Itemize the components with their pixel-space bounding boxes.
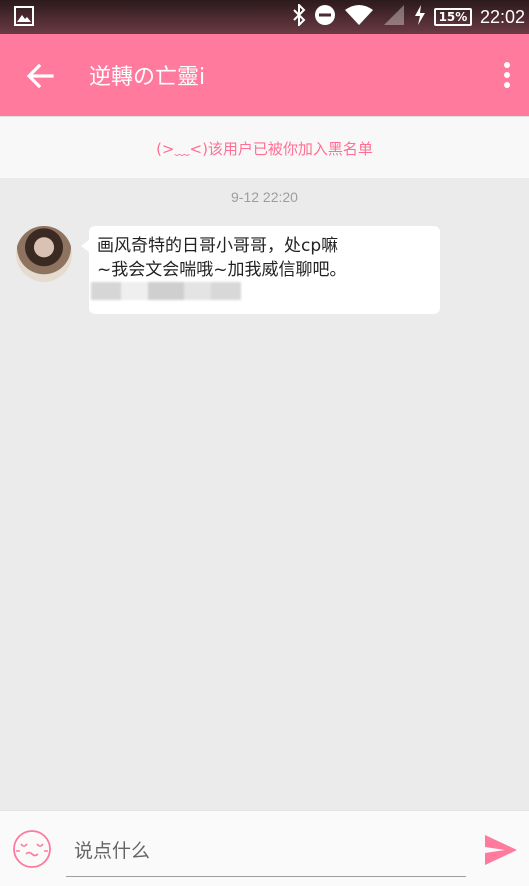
more-options-icon[interactable] (497, 58, 517, 94)
bluetooth-icon (292, 2, 306, 30)
message-input[interactable] (66, 825, 466, 877)
message-bubble[interactable]: 画风奇特的日哥小哥哥，处cp嘛 ~我会文会喘哦~加我威信聊吧。 (81, 226, 440, 314)
composer-bar (0, 810, 529, 886)
chat-title: 逆轉の亡靈i (89, 65, 206, 90)
emoji-icon[interactable] (12, 829, 52, 869)
message-timestamp: 9-12 22:20 (231, 189, 298, 205)
redacted-content (91, 282, 241, 300)
do-not-disturb-icon (314, 4, 336, 30)
blacklist-notice: (>﹏<)该用户已被你加入黑名单 (0, 116, 529, 178)
back-arrow-icon[interactable] (24, 60, 56, 92)
signal-icon (382, 4, 406, 30)
gallery-icon (14, 6, 34, 30)
avatar[interactable] (16, 226, 72, 282)
battery-indicator: 15% (433, 8, 472, 26)
status-time: 22:02 (479, 6, 525, 27)
send-icon[interactable] (483, 833, 519, 867)
charging-icon (414, 5, 426, 29)
message-text: 画风奇特的日哥小哥哥，处cp嘛 ~我会文会喘哦~加我威信聊吧。 (97, 236, 347, 280)
status-bar: 15% 22:02 (0, 0, 529, 34)
app-bar: 逆轉の亡靈i (0, 34, 529, 116)
wifi-icon (344, 4, 374, 30)
blacklist-notice-text: (>﹏<)该用户已被你加入黑名单 (156, 140, 373, 158)
